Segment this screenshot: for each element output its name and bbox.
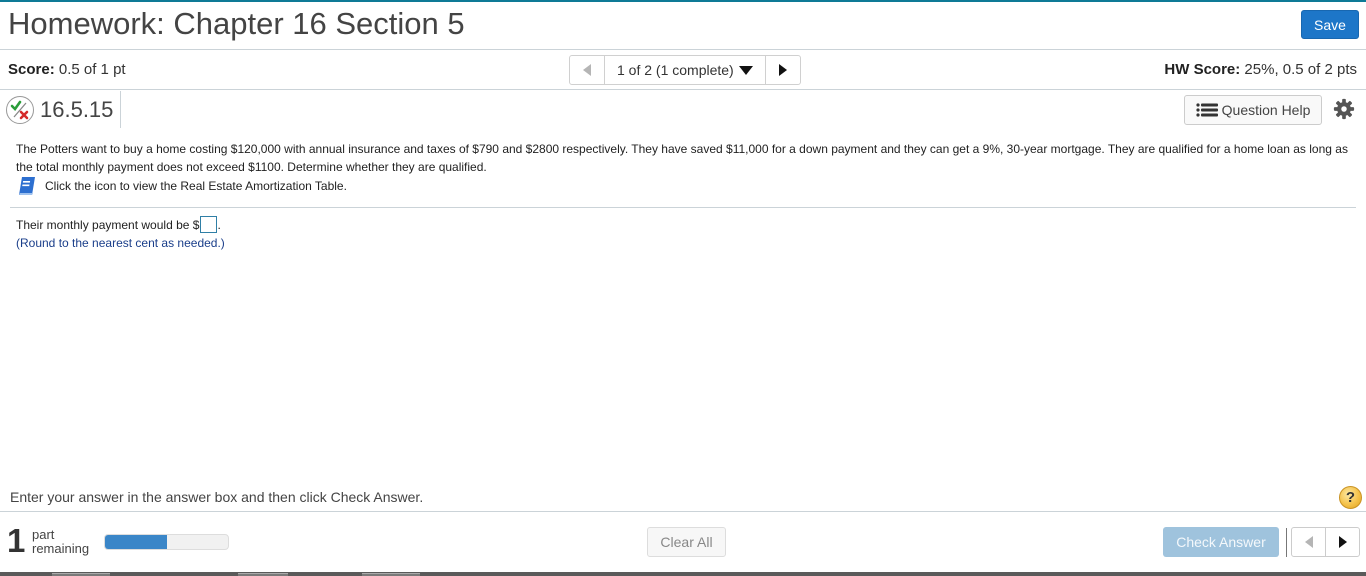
bottom-question-nav <box>1291 527 1360 557</box>
bottom-previous-button[interactable] <box>1292 528 1325 556</box>
question-text: The Potters want to buy a home costing $… <box>16 142 1348 174</box>
progress-fill <box>105 535 167 549</box>
arrow-right-icon <box>1338 536 1347 548</box>
help-icon[interactable]: ? <box>1339 486 1362 509</box>
pager-text: 1 of 2 (1 complete) <box>617 62 734 78</box>
parts-remaining-count: 1 <box>7 522 26 559</box>
bottom-next-button[interactable] <box>1325 528 1359 556</box>
divider <box>120 91 121 128</box>
caret-down-icon <box>738 65 753 75</box>
divider <box>10 207 1356 208</box>
parts-progress-bar <box>104 534 229 550</box>
question-number: 16.5.15 <box>40 97 114 122</box>
list-icon <box>1196 103 1218 117</box>
hw-score-text: HW Score: 25%, 0.5 of 2 pts <box>1164 61 1357 78</box>
answer-suffix: . <box>217 217 221 232</box>
parts-remaining-label: part remaining <box>32 528 89 556</box>
score-value: 0.5 of 1 pt <box>58 61 126 78</box>
next-question-button[interactable] <box>766 56 800 84</box>
arrow-left-icon <box>1304 536 1313 548</box>
amortization-table-link: Click the icon to view the Real Estate A… <box>18 176 347 196</box>
divider <box>0 511 1366 512</box>
top-accent-line <box>0 0 1366 2</box>
gear-icon[interactable] <box>1333 98 1355 120</box>
hw-score-label: HW Score: <box>1164 61 1241 78</box>
score-text: Score: 0.5 of 1 pt <box>8 61 126 78</box>
answer-row: Their monthly payment would be $ . <box>16 216 221 233</box>
page-title: Homework: Chapter 16 Section 5 <box>8 6 465 41</box>
instruction-text: Enter your answer in the answer box and … <box>10 489 424 505</box>
question-help-button[interactable]: Question Help <box>1184 95 1322 125</box>
arrow-left-icon <box>583 64 591 76</box>
parts-label-line-1: part <box>32 527 55 542</box>
monthly-payment-input[interactable] <box>200 216 218 233</box>
previous-question-button[interactable] <box>570 56 604 84</box>
answer-prefix: Their monthly payment would be $ <box>16 217 200 232</box>
parts-label-line-2: remaining <box>32 541 90 556</box>
divider <box>0 89 1366 90</box>
hw-score-value: 25%, 0.5 of 2 pts <box>1244 61 1357 78</box>
partial-credit-icon <box>6 96 34 124</box>
save-button[interactable]: Save <box>1301 10 1359 39</box>
divider <box>1286 528 1287 557</box>
taskbar <box>0 572 1366 576</box>
question-pager: 1 of 2 (1 complete) <box>569 55 801 85</box>
clear-all-button[interactable]: Clear All <box>647 527 726 557</box>
table-link-text: Click the icon to view the Real Estate A… <box>45 179 347 193</box>
check-answer-button[interactable]: Check Answer <box>1163 527 1279 557</box>
arrow-right-icon <box>778 64 787 76</box>
score-label: Score: <box>8 61 55 78</box>
help-symbol: ? <box>1345 489 1356 506</box>
divider <box>0 49 1366 50</box>
question-header: 16.5.15 <box>6 95 113 125</box>
question-help-label: Question Help <box>1221 102 1311 118</box>
book-icon[interactable] <box>18 176 36 196</box>
question-selector-dropdown[interactable]: 1 of 2 (1 complete) <box>604 56 766 84</box>
rounding-note: (Round to the nearest cent as needed.) <box>16 236 225 250</box>
